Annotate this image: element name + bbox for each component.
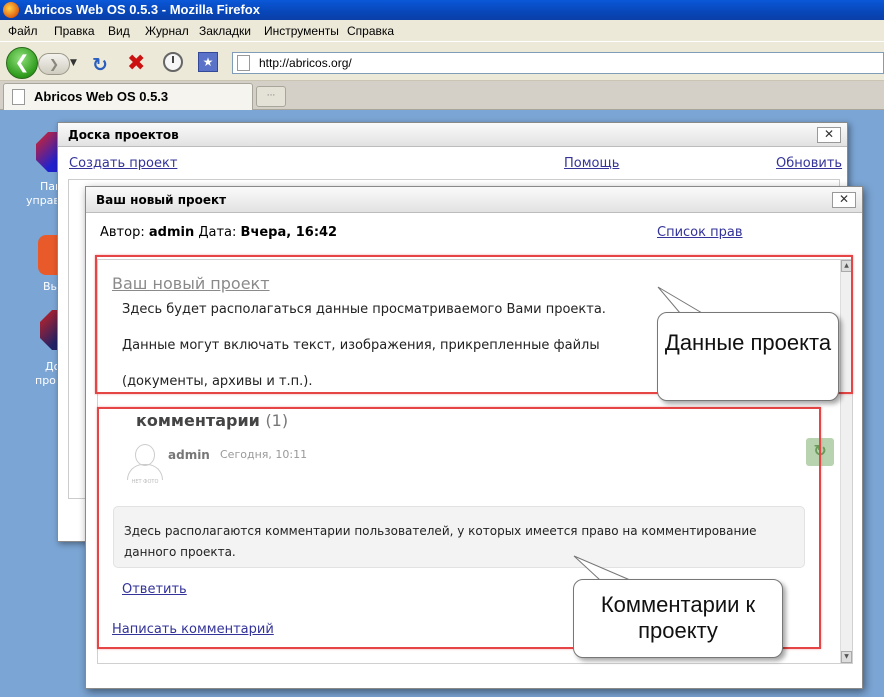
rights-list-link[interactable]: Список прав bbox=[657, 225, 743, 240]
stop-icon[interactable]: ✖ bbox=[127, 51, 145, 76]
forward-button[interactable]: ❯ bbox=[38, 53, 70, 75]
window-title: Abricos Web OS 0.5.3 - Mozilla Firefox bbox=[24, 2, 260, 17]
window-title-bar: Abricos Web OS 0.5.3 - Mozilla Firefox bbox=[0, 0, 884, 20]
create-project-link[interactable]: Создать проект bbox=[69, 156, 177, 171]
tab-active[interactable]: Abricos Web OS 0.5.3 bbox=[3, 83, 253, 110]
navigation-toolbar: ❮ ❯ ▼ ↻ ✖ ★ http://abricos.org/ bbox=[0, 41, 884, 81]
callout-comments: Комментарии к проекту bbox=[573, 579, 783, 658]
menu-edit[interactable]: Правка bbox=[54, 24, 95, 38]
firefox-icon bbox=[3, 2, 19, 18]
project-close-button[interactable]: ✕ bbox=[832, 192, 856, 208]
menu-bar: Файл Правка Вид Журнал Закладки Инструме… bbox=[0, 20, 884, 41]
menu-view[interactable]: Вид bbox=[108, 24, 130, 38]
desktop-label: управ bbox=[26, 194, 60, 207]
board-close-button[interactable]: ✕ bbox=[817, 127, 841, 143]
menu-tools[interactable]: Инструменты bbox=[264, 24, 339, 38]
help-link[interactable]: Помощь bbox=[564, 156, 619, 171]
history-dropdown-icon[interactable]: ▼ bbox=[70, 58, 77, 68]
menu-history[interactable]: Журнал bbox=[145, 24, 189, 38]
project-meta: Автор: admin Дата: Вчера, 16:42 bbox=[100, 225, 337, 240]
project-window-title: Ваш новый проект bbox=[86, 187, 862, 213]
menu-file[interactable]: Файл bbox=[8, 24, 38, 38]
tab-title: Abricos Web OS 0.5.3 bbox=[34, 89, 169, 104]
tab-page-icon bbox=[12, 89, 25, 105]
history-clock-icon[interactable] bbox=[163, 52, 183, 72]
refresh-link[interactable]: Обновить bbox=[776, 156, 842, 171]
scroll-down-arrow-icon[interactable]: ▼ bbox=[841, 651, 852, 663]
url-bar[interactable]: http://abricos.org/ bbox=[232, 52, 884, 74]
date-label: Дата: bbox=[198, 225, 237, 240]
board-window-title: Доска проектов bbox=[58, 123, 847, 147]
bookmark-star-icon[interactable]: ★ bbox=[198, 52, 218, 72]
menu-help[interactable]: Справка bbox=[347, 24, 394, 38]
menu-bookmarks[interactable]: Закладки bbox=[199, 24, 251, 38]
back-button[interactable]: ❮ bbox=[6, 47, 38, 79]
url-text[interactable]: http://abricos.org/ bbox=[259, 56, 352, 70]
reload-icon[interactable]: ↻ bbox=[92, 54, 108, 76]
callout-project-data: Данные проекта bbox=[657, 312, 839, 401]
new-tab-button[interactable]: ⋅⋅⋅ bbox=[256, 86, 286, 107]
author-name: admin bbox=[148, 225, 195, 240]
page-icon bbox=[237, 55, 250, 71]
tab-bar: Abricos Web OS 0.5.3 ⋅⋅⋅ bbox=[0, 81, 884, 110]
desktop-label: про bbox=[35, 374, 56, 387]
author-label: Автор: bbox=[100, 225, 145, 240]
project-date: Вчера, 16:42 bbox=[240, 225, 338, 240]
